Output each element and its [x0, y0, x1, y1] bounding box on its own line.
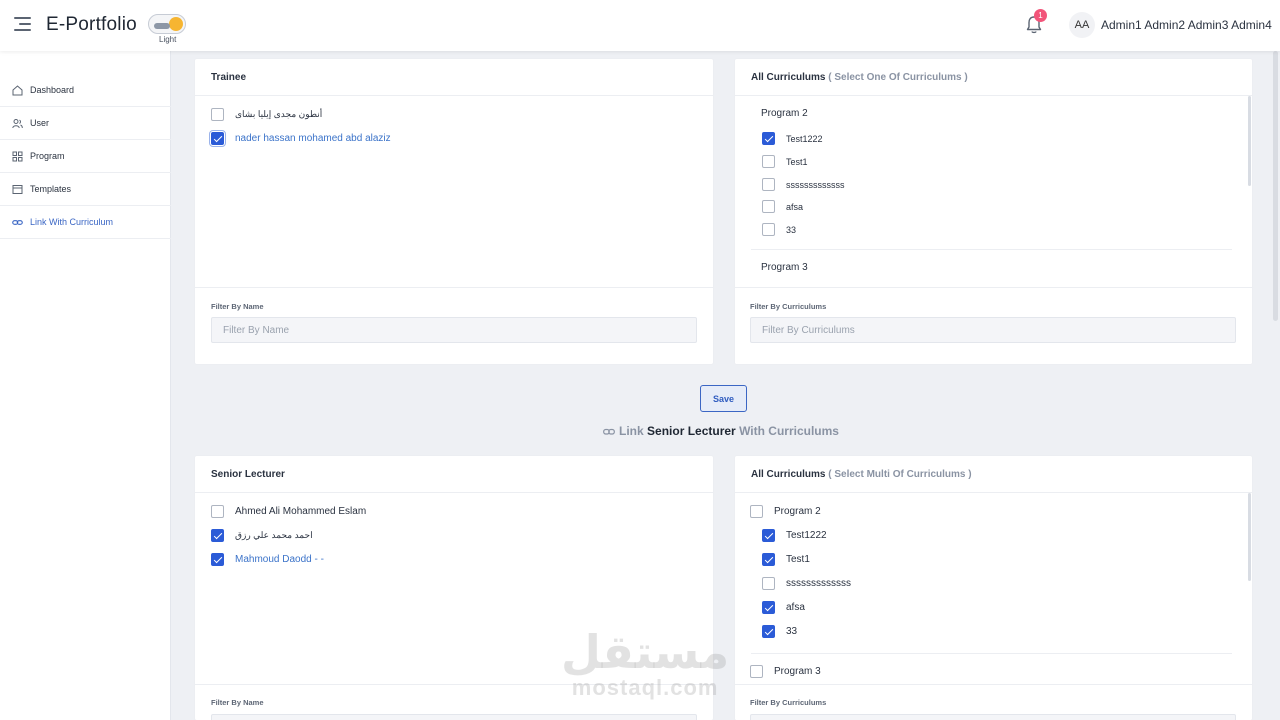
grid-icon	[12, 151, 23, 162]
theme-toggle[interactable]	[148, 14, 186, 34]
filter-section	[195, 684, 713, 685]
checkbox[interactable]	[211, 553, 224, 566]
list-item[interactable]: 33	[762, 625, 797, 638]
link-icon	[603, 428, 615, 435]
checkbox[interactable]	[211, 505, 224, 518]
filter-label: Filter By Name	[211, 302, 264, 311]
checkbox[interactable]	[750, 505, 763, 518]
app-title: E-Portfolio	[46, 14, 137, 35]
list-item[interactable]: afsa	[762, 200, 803, 213]
notification-badge: 1	[1034, 9, 1047, 22]
checkbox[interactable]	[762, 132, 775, 145]
checkbox[interactable]	[762, 601, 775, 614]
link-icon	[12, 217, 23, 228]
sidebar-item-program[interactable]: Program	[0, 140, 171, 173]
filter-label: Filter By Curriculums	[750, 302, 827, 311]
list-item[interactable]: sssssssssssss	[762, 577, 851, 590]
filter-by-name-input[interactable]	[211, 714, 697, 720]
list-item[interactable]: أنطون مجدى إيليا بشاى	[211, 108, 322, 121]
sidebar-item-dashboard[interactable]: Dashboard	[0, 74, 171, 107]
checkbox[interactable]	[762, 178, 775, 191]
sidebar: Dashboard User Program Templates Link Wi…	[0, 51, 171, 720]
sun-icon	[169, 17, 183, 31]
panel-title: All Curriculums ( Select Multi Of Curric…	[735, 456, 1252, 493]
divider	[751, 249, 1232, 250]
list-item[interactable]: Test1	[762, 155, 808, 168]
list-item[interactable]: Test1222	[762, 132, 823, 145]
sidebar-item-label: Link With Curriculum	[30, 217, 114, 227]
list-item[interactable]: 33	[762, 223, 796, 236]
list-item[interactable]: afsa	[762, 601, 805, 614]
list-item[interactable]: nader hassan mohamed abd alaziz	[209, 130, 391, 147]
section-title: Link Senior Lecturer With Curriculums	[603, 424, 839, 438]
checkbox[interactable]	[750, 665, 763, 678]
sidebar-item-label: Program	[30, 151, 65, 161]
sidebar-item-user[interactable]: User	[0, 107, 171, 140]
divider	[751, 653, 1232, 654]
list-scrollbar[interactable]	[1248, 96, 1251, 186]
home-icon	[12, 84, 23, 96]
avatar[interactable]: AA	[1069, 12, 1095, 38]
top-bar: E-Portfolio Light 1 AA Admin1 Admin2 Adm…	[0, 0, 1280, 51]
menu-icon[interactable]	[14, 17, 31, 31]
checkbox[interactable]	[762, 155, 775, 168]
group-item[interactable]: Program 2	[750, 505, 821, 518]
checkbox[interactable]	[211, 529, 224, 542]
sidebar-item-templates[interactable]: Templates	[0, 173, 171, 206]
filter-label: Filter By Curriculums	[750, 698, 827, 707]
filter-section	[195, 287, 713, 288]
checkbox[interactable]	[762, 529, 775, 542]
users-icon	[12, 118, 23, 129]
list-item[interactable]: Test1222	[762, 529, 827, 542]
panel-title: All Curriculums ( Select One Of Curricul…	[735, 59, 1252, 96]
checkbox[interactable]	[762, 223, 775, 236]
list-item[interactable]: Ahmed Ali Mohammed Eslam	[211, 505, 366, 518]
list-scrollbar[interactable]	[1248, 493, 1251, 581]
group-item[interactable]: Program 3	[750, 665, 821, 678]
page-scrollbar[interactable]	[1273, 51, 1278, 321]
sidebar-item-link-with-curriculum[interactable]: Link With Curriculum	[0, 206, 171, 239]
list-item[interactable]: sssssssssssss	[762, 178, 845, 191]
save-button[interactable]: Save	[700, 385, 747, 412]
trainee-panel: Trainee أنطون مجدى إيليا بشاى nader hass…	[195, 59, 713, 364]
list-item[interactable]: Test1	[762, 553, 810, 566]
sidebar-item-label: Templates	[30, 184, 72, 194]
curriculums-multi-panel: All Curriculums ( Select Multi Of Curric…	[735, 456, 1252, 720]
checkbox[interactable]	[762, 200, 775, 213]
checkbox[interactable]	[209, 130, 226, 147]
filter-label: Filter By Name	[211, 698, 264, 707]
sidebar-item-label: Dashboard	[30, 85, 75, 95]
curriculums-single-panel: All Curriculums ( Select One Of Curricul…	[735, 59, 1252, 364]
filter-by-curriculums-input[interactable]	[750, 714, 1236, 720]
senior-lecturer-panel: Senior Lecturer Ahmed Ali Mohammed Eslam…	[195, 456, 713, 720]
list-item[interactable]: Mahmoud Daodd - -	[211, 553, 324, 566]
theme-label: Light	[159, 35, 177, 44]
checkbox[interactable]	[762, 625, 775, 638]
username[interactable]: Admin1 Admin2 Admin3 Admin4	[1101, 18, 1272, 32]
filter-by-curriculums-input[interactable]	[750, 317, 1236, 343]
panel-title: Senior Lecturer	[195, 456, 713, 493]
group-title: Program 3	[761, 262, 808, 273]
group-title: Program 2	[761, 108, 808, 119]
list-item[interactable]: احمد محمد علي رزق	[211, 529, 313, 542]
filter-by-name-input[interactable]	[211, 317, 697, 343]
checkbox[interactable]	[211, 108, 224, 121]
panel-title: Trainee	[195, 59, 713, 96]
cloud-icon	[154, 23, 170, 29]
template-icon	[12, 184, 23, 195]
sidebar-item-label: User	[30, 118, 50, 128]
checkbox[interactable]	[762, 577, 775, 590]
checkbox[interactable]	[762, 553, 775, 566]
